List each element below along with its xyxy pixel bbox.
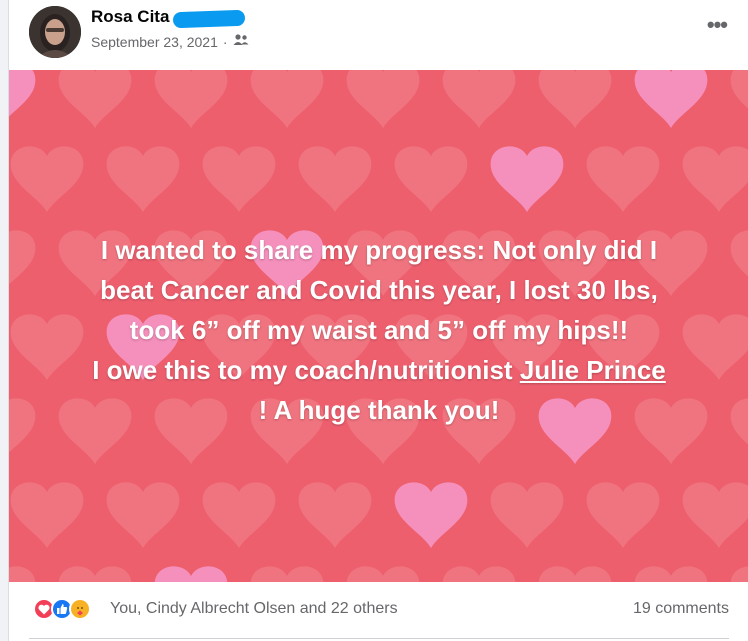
post-background: I wanted to share my progress: Not only … bbox=[9, 70, 748, 582]
heart-shape bbox=[682, 482, 748, 548]
mention-link[interactable]: Julie Prince bbox=[520, 355, 666, 385]
heart-shape bbox=[394, 146, 468, 212]
heart-shape bbox=[538, 566, 612, 582]
meta-separator: · bbox=[222, 33, 228, 50]
post-text-fragment: I owe this to my coach/nutritionist bbox=[92, 355, 520, 385]
reactions-text[interactable]: You, Cindy Albrecht Olsen and 22 others bbox=[110, 600, 398, 618]
author-avatar[interactable] bbox=[29, 6, 81, 58]
heart-shape bbox=[538, 70, 612, 128]
heart-shape bbox=[9, 566, 36, 582]
post-text-line: beat Cancer and Covid this year, I lost … bbox=[100, 275, 658, 305]
reactions-summary[interactable] bbox=[33, 598, 103, 620]
heart-shape bbox=[202, 146, 276, 212]
post-text-line: I wanted to share my progress: Not only … bbox=[100, 235, 658, 265]
comments-count[interactable]: 19 comments bbox=[633, 600, 729, 618]
heart-shape bbox=[250, 566, 324, 582]
footer-divider bbox=[29, 638, 729, 639]
heart-shape bbox=[730, 230, 748, 277]
post-date[interactable]: September 23, 2021 bbox=[91, 34, 218, 50]
heart-shape bbox=[10, 146, 84, 212]
heart-shape bbox=[634, 566, 708, 582]
heart-shape bbox=[346, 566, 420, 582]
post-text-line: ! A huge thank you! bbox=[258, 395, 500, 425]
heart-shape bbox=[490, 146, 564, 212]
heart-shape bbox=[154, 70, 228, 128]
heart-shape bbox=[682, 146, 748, 212]
heart-shape bbox=[586, 482, 660, 548]
heart-shape bbox=[298, 482, 372, 548]
heart-shape bbox=[106, 146, 180, 212]
care-icon bbox=[69, 598, 91, 620]
heart-shape bbox=[634, 70, 708, 128]
heart-shape bbox=[250, 70, 324, 128]
heart-shape bbox=[730, 70, 748, 109]
post-card: Rosa Cita September 23, 2021 · ••• I wan… bbox=[8, 0, 748, 641]
heart-shape bbox=[9, 70, 36, 117]
heart-shape bbox=[58, 566, 132, 582]
heart-shape bbox=[154, 566, 228, 582]
heart-shape bbox=[202, 482, 276, 548]
post-text: I wanted to share my progress: Not only … bbox=[29, 230, 729, 430]
author-name[interactable]: Rosa Cita bbox=[91, 7, 169, 27]
post-text-line: took 6” off my waist and 5” off my hips!… bbox=[129, 315, 629, 345]
heart-shape bbox=[346, 70, 420, 128]
more-options-icon[interactable]: ••• bbox=[707, 14, 728, 36]
heart-shape bbox=[442, 70, 516, 128]
heart-shape bbox=[490, 482, 564, 548]
friends-icon[interactable] bbox=[233, 33, 249, 50]
post-footer: You, Cindy Albrecht Olsen and 22 others … bbox=[9, 582, 748, 641]
post-text-line: I owe this to my coach/nutritionist Juli… bbox=[29, 350, 729, 390]
heart-shape bbox=[10, 482, 84, 548]
heart-shape bbox=[106, 482, 180, 548]
heart-shape bbox=[298, 146, 372, 212]
redaction-mark bbox=[172, 9, 246, 29]
post-header: Rosa Cita September 23, 2021 · ••• bbox=[9, 0, 748, 70]
heart-shape bbox=[586, 146, 660, 212]
heart-shape bbox=[58, 70, 132, 128]
heart-shape bbox=[730, 566, 748, 582]
post-meta: September 23, 2021 · bbox=[91, 33, 249, 50]
heart-shape bbox=[394, 482, 468, 548]
heart-shape bbox=[442, 566, 516, 582]
heart-shape bbox=[730, 398, 748, 445]
